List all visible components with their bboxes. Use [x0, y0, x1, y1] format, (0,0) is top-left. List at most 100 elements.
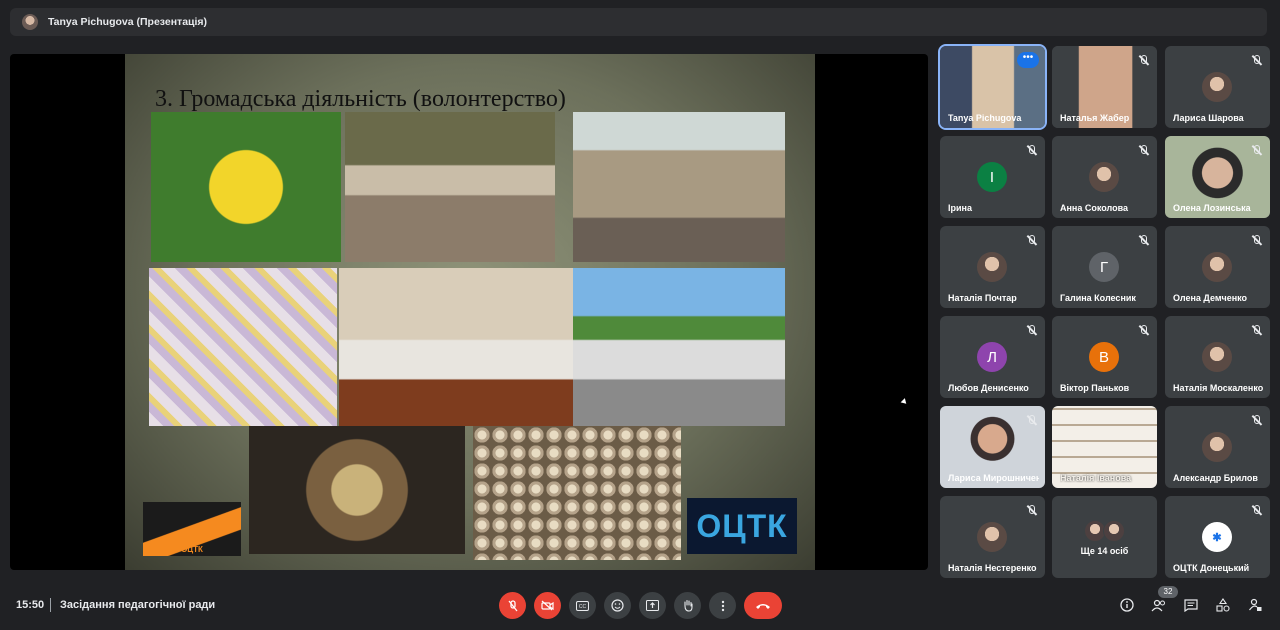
more-options-button[interactable]	[709, 592, 736, 619]
avatar: Г	[1089, 252, 1119, 282]
emoji-icon	[611, 599, 624, 612]
clock: 15:50	[16, 599, 45, 611]
more-vert-icon	[721, 600, 724, 611]
info-icon	[1120, 598, 1134, 612]
org-logo-avatar: ✱	[1202, 522, 1232, 552]
mic-off-icon	[1138, 145, 1149, 156]
bottom-control-bar: 15:50 Засідання педагогічної ради CC 32	[0, 582, 1280, 630]
avatar	[977, 522, 1007, 552]
avatar	[1089, 162, 1119, 192]
mic-off-icon	[1026, 145, 1037, 156]
avatar: В	[1089, 342, 1119, 372]
mic-off-icon	[1138, 55, 1149, 66]
hang-up-icon	[756, 603, 770, 609]
chat-icon	[1184, 598, 1198, 612]
avatar: Л	[977, 342, 1007, 372]
slide-photo-cards	[149, 268, 337, 426]
participant-tile[interactable]: Наталья Жабер	[1052, 46, 1157, 128]
mic-off-icon	[1251, 505, 1262, 516]
participant-name: Наталія Іванова	[1060, 473, 1132, 483]
divider	[50, 598, 51, 612]
mic-off-icon	[1138, 325, 1149, 336]
participant-name: ОЦТК Донецький	[1173, 563, 1250, 573]
meeting-title: Засідання педагогічної ради	[60, 599, 216, 611]
present-screen-icon	[646, 600, 659, 611]
presenter-title: Tanya Pichugova (Презентація)	[48, 16, 208, 28]
participant-tile[interactable]: В Віктор Паньков	[1052, 316, 1157, 398]
participant-name: Анна Соколова	[1060, 203, 1129, 213]
activities-button[interactable]	[1214, 596, 1232, 614]
participant-tile[interactable]: І Ірина	[940, 136, 1045, 218]
mic-off-icon	[507, 599, 518, 611]
slide: 3. Громадська діяльність (волонтерство) …	[125, 54, 815, 570]
avatar: І	[977, 162, 1007, 192]
slide-photo-workshop	[339, 268, 573, 426]
more-options-icon[interactable]: •••	[1017, 52, 1039, 68]
slide-photo-cans	[473, 426, 681, 560]
participant-name: Любов Денисенко	[948, 383, 1029, 393]
participant-tile[interactable]: Г Галина Колесник	[1052, 226, 1157, 308]
mic-off-icon	[1251, 235, 1262, 246]
reactions-button[interactable]	[604, 592, 631, 619]
lock-person-icon	[1248, 598, 1261, 611]
camera-off-icon	[541, 600, 554, 611]
slide-photo-candles	[345, 112, 555, 262]
participant-tile[interactable]: Наталія Нестеренко	[940, 496, 1045, 578]
host-controls-button[interactable]	[1246, 596, 1264, 614]
leave-call-button[interactable]	[744, 592, 782, 619]
avatar	[1202, 252, 1232, 282]
captions-icon: CC	[576, 600, 589, 611]
mic-off-icon	[1026, 325, 1037, 336]
participant-name: Лариса Мирошниченко	[948, 473, 1039, 483]
participant-grid: ••• Tanya Pichugova Наталья Жабер Лариса…	[938, 44, 1270, 580]
raise-hand-button[interactable]	[674, 592, 701, 619]
participant-tile[interactable]: Наталія Почтар	[940, 226, 1045, 308]
mic-off-icon	[1251, 145, 1262, 156]
slide-photo-food	[573, 112, 785, 262]
participant-tile[interactable]: ••• Tanya Pichugova	[938, 44, 1047, 130]
people-icon	[1151, 599, 1165, 611]
avatar	[1202, 432, 1232, 462]
side-panel-controls	[1118, 596, 1264, 614]
participant-name: Наталья Жабер	[1060, 113, 1130, 123]
participant-name: Олена Демченко	[1173, 293, 1248, 303]
slide-photo-ribbons	[151, 112, 341, 262]
slide-logo-right: ОЦТК	[687, 498, 797, 554]
participant-tile[interactable]: Лариса Мирошниченко	[940, 406, 1045, 488]
presentation-stage[interactable]: 3. Громадська діяльність (волонтерство) …	[10, 54, 928, 570]
avatar	[1202, 342, 1232, 372]
participant-tile[interactable]: Олена Демченко	[1165, 226, 1270, 308]
slide-photo-box	[249, 426, 465, 554]
participant-name: Наталія Почтар	[948, 293, 1017, 303]
mic-off-icon	[1251, 325, 1262, 336]
captions-button[interactable]: CC	[569, 592, 596, 619]
participant-name: Наталія Нестеренко	[948, 563, 1037, 573]
participant-name: Олена Лозинська	[1173, 203, 1251, 213]
participant-tile[interactable]: Наталія Москаленко	[1165, 316, 1270, 398]
chat-button[interactable]	[1182, 596, 1200, 614]
svg-text:CC: CC	[579, 604, 587, 610]
more-participants-tile[interactable]: Ще 14 осіб	[1052, 496, 1157, 578]
participant-tile[interactable]: Л Любов Денисенко	[940, 316, 1045, 398]
mic-off-icon	[1026, 415, 1037, 426]
participant-tile[interactable]: Олена Лозинська	[1165, 136, 1270, 218]
mic-off-icon	[1026, 235, 1037, 246]
present-button[interactable]	[639, 592, 666, 619]
participant-name: Лариса Шарова	[1173, 113, 1244, 123]
meeting-info-button[interactable]	[1118, 596, 1136, 614]
participant-name: Галина Колесник	[1060, 293, 1136, 303]
hand-icon	[683, 599, 693, 612]
participant-tile[interactable]: Анна Соколова	[1052, 136, 1157, 218]
more-participants-label: Ще 14 осіб	[1080, 546, 1129, 556]
participant-tile[interactable]: Лариса Шарова	[1165, 46, 1270, 128]
mic-toggle-button[interactable]	[499, 592, 526, 619]
call-controls: CC	[499, 592, 782, 619]
mouse-cursor-icon	[900, 398, 909, 406]
people-button[interactable]	[1150, 596, 1168, 614]
camera-toggle-button[interactable]	[534, 592, 561, 619]
avatar	[977, 252, 1007, 282]
participant-tile[interactable]: ✱ ОЦТК Донецький	[1165, 496, 1270, 578]
participant-tile[interactable]: Наталія Іванова	[1052, 406, 1157, 488]
participant-tile[interactable]: Александр Брилов	[1165, 406, 1270, 488]
grouped-avatars	[1084, 520, 1125, 542]
